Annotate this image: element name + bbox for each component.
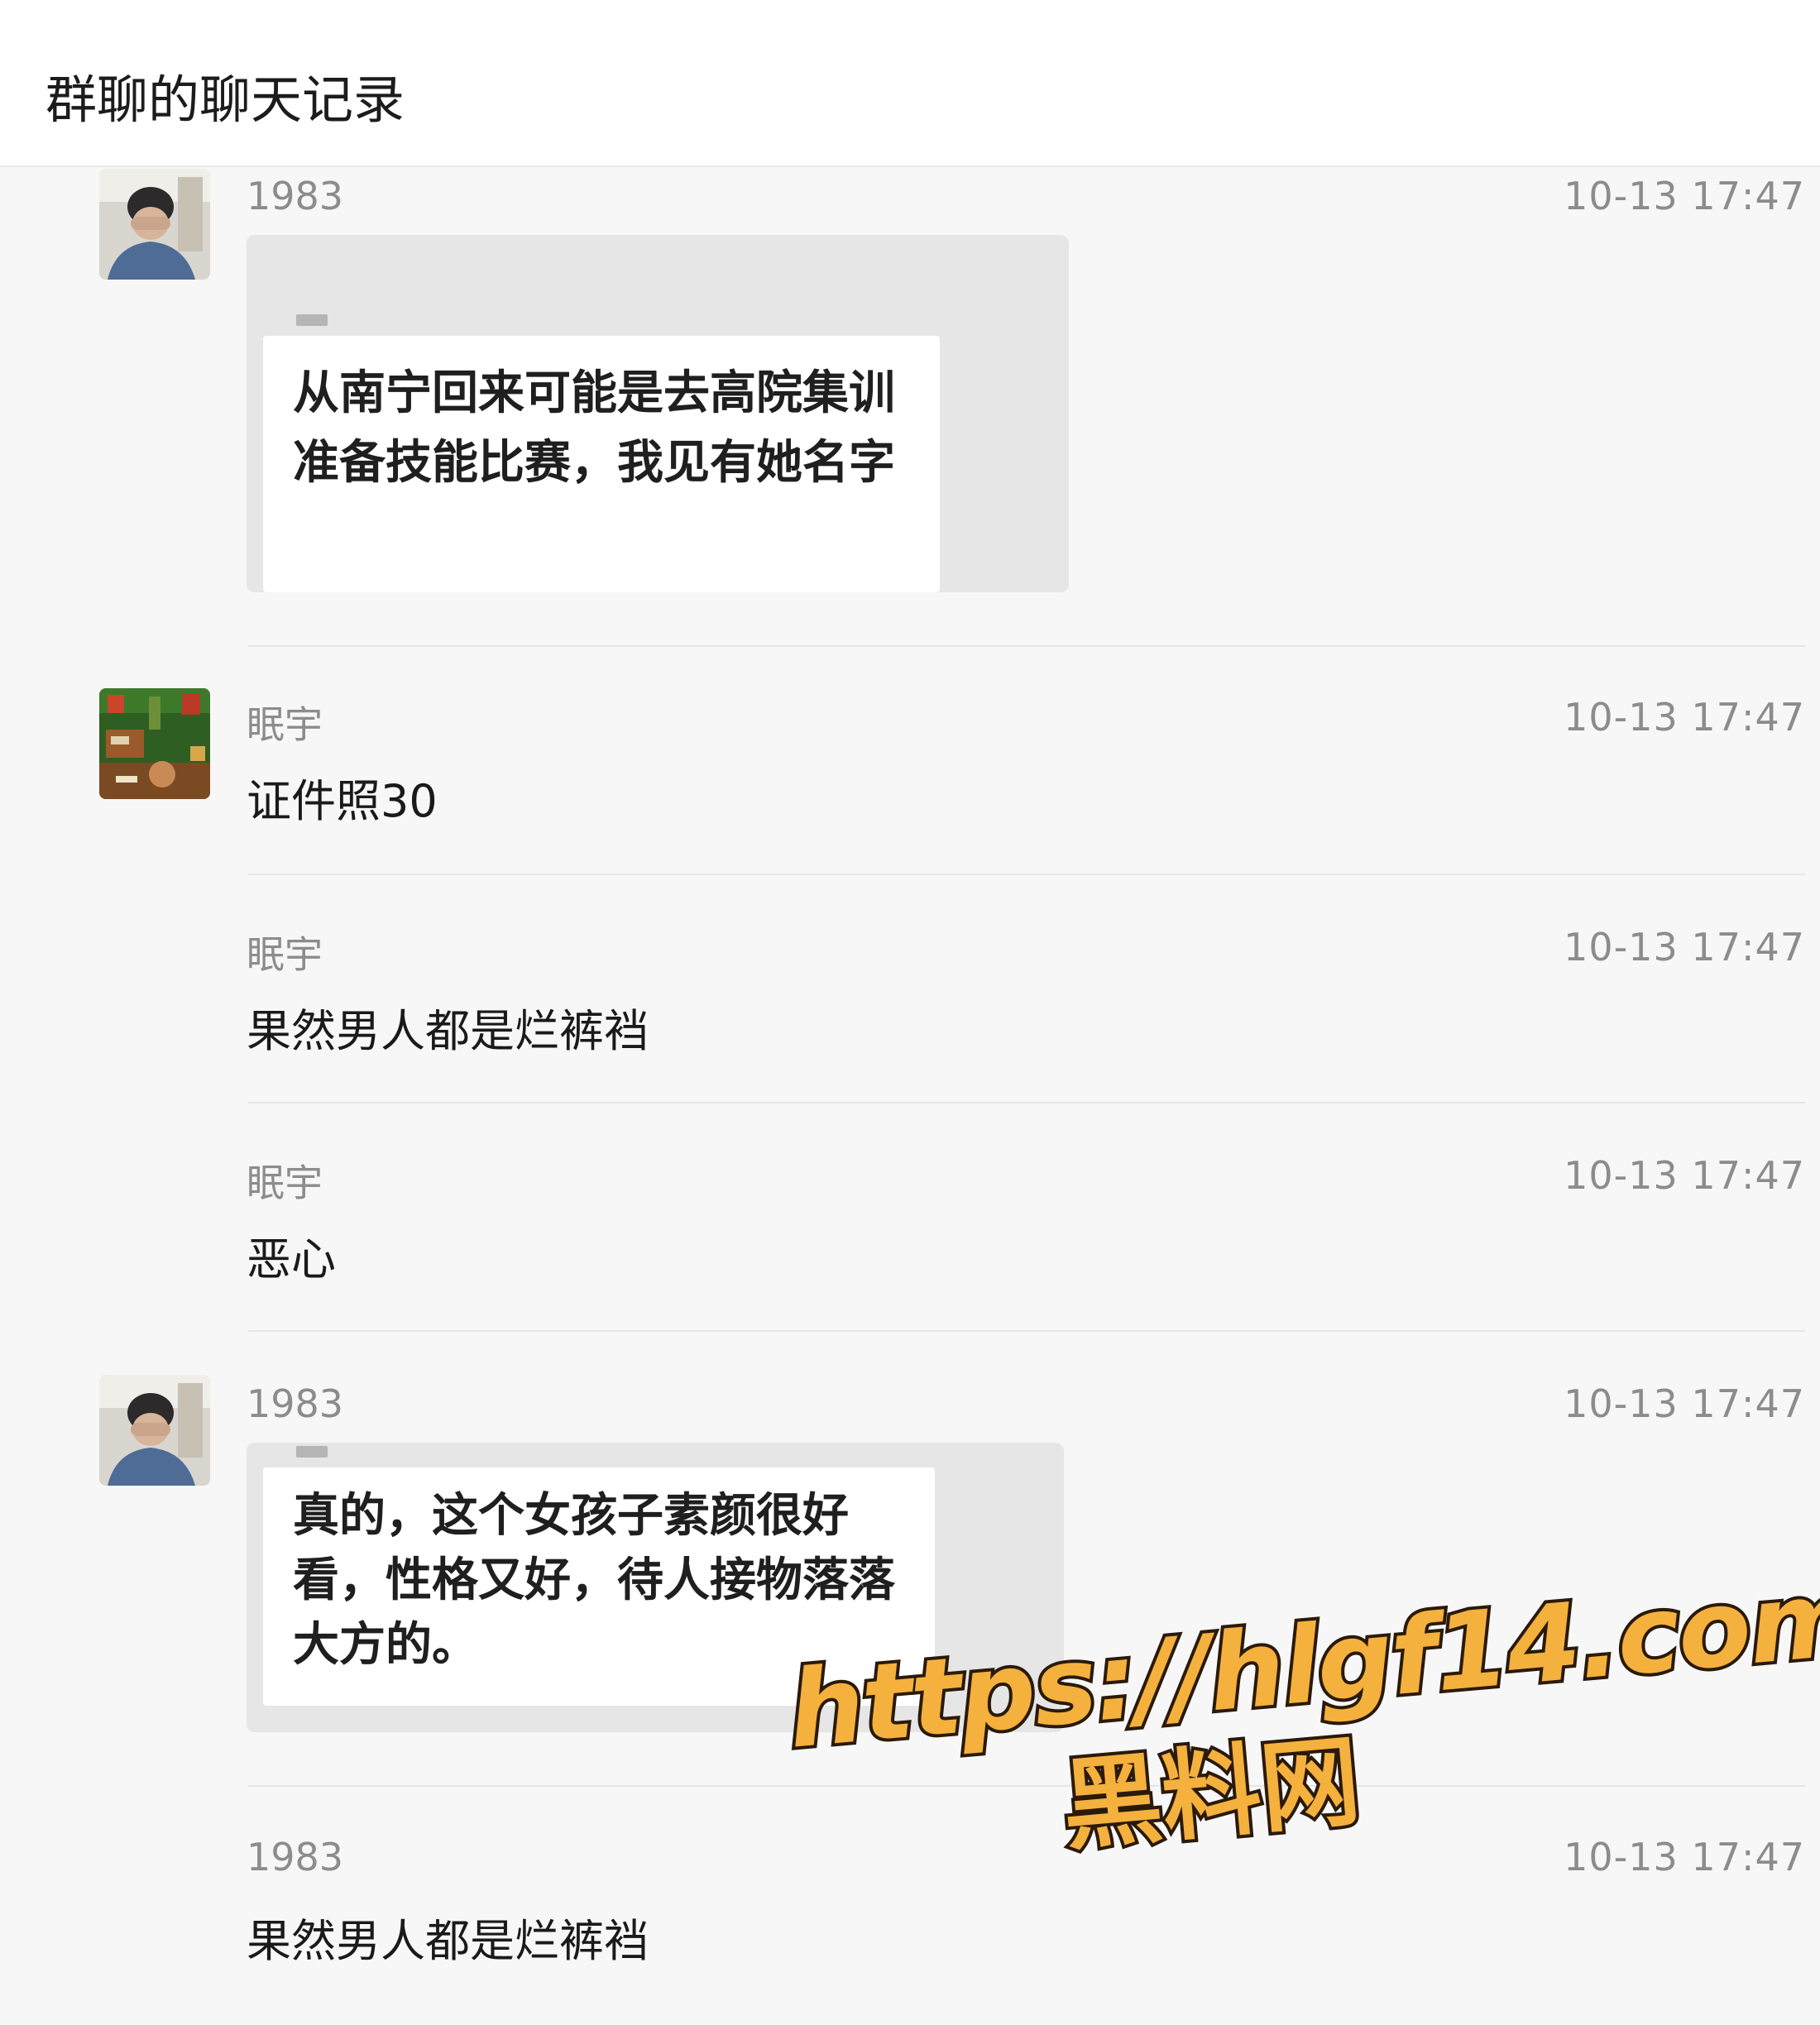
page-title: 群聊的聊天记录: [46, 69, 405, 130]
message-text: 证件照30: [247, 775, 438, 827]
sender-name: 眠宇: [247, 1161, 323, 1205]
pixel-game-scene-icon: [99, 688, 210, 799]
message-text: 果然男人都是烂裤裆: [247, 1005, 649, 1057]
avatar[interactable]: [99, 688, 210, 799]
chat-message[interactable]: 1983 10-13 17:47 从南宁回来可能是去高院集训准备技能比赛，我见有…: [0, 165, 1820, 647]
divider: [248, 1330, 1805, 1332]
sender-name: 1983: [247, 1381, 344, 1426]
quote-marker-icon: [296, 1446, 328, 1458]
divider: [248, 645, 1805, 647]
divider: [248, 874, 1805, 875]
divider: [248, 1102, 1805, 1103]
message-text: 果然男人都是烂裤裆: [247, 1915, 649, 1967]
avatar[interactable]: [99, 1375, 210, 1486]
quoted-message-card[interactable]: 从南宁回来可能是去高院集训准备技能比赛，我见有她名字: [247, 235, 1069, 592]
timestamp: 10-13 17:47: [1564, 1381, 1805, 1426]
message-text: 恶心: [247, 1233, 336, 1285]
window-header: 群聊的聊天记录: [0, 0, 1820, 167]
avatar[interactable]: [99, 169, 210, 280]
chat-message[interactable]: 眠宇 10-13 17:47 证件照30: [0, 687, 1820, 877]
timestamp: 10-13 17:47: [1564, 174, 1805, 218]
sender-name: 1983: [247, 1835, 344, 1879]
chat-message[interactable]: 眠宇 10-13 17:47 果然男人都是烂裤裆: [0, 917, 1820, 1107]
sender-name: 眠宇: [247, 932, 323, 977]
person-covering-face-icon: [99, 169, 210, 280]
timestamp: 10-13 17:47: [1564, 1153, 1805, 1198]
sender-name: 1983: [247, 174, 344, 218]
person-covering-face-icon: [99, 1375, 210, 1486]
timestamp: 10-13 17:47: [1564, 695, 1805, 740]
timestamp: 10-13 17:47: [1564, 925, 1805, 969]
chat-message[interactable]: 眠宇 10-13 17:47 恶心: [0, 1145, 1820, 1335]
sender-name: 眠宇: [247, 702, 323, 747]
quote-marker-icon: [296, 314, 328, 326]
quoted-message-text: 从南宁回来可能是去高院集训准备技能比赛，我见有她名字: [263, 336, 940, 592]
